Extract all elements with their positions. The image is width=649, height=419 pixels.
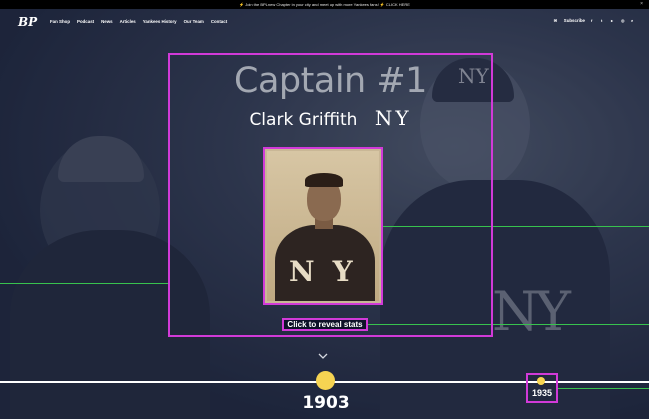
nav-item-fan-shop[interactable]: Fan Shop — [50, 19, 70, 24]
nav-menu: Fan Shop Podcast News Articles Yankees H… — [50, 19, 227, 24]
timeline-marker-next[interactable] — [537, 377, 545, 385]
twitter-icon[interactable]: t — [601, 18, 605, 23]
nav-item-articles[interactable]: Articles — [120, 19, 136, 24]
nav-item-contact[interactable]: Contact — [211, 19, 227, 24]
guide-line — [558, 388, 649, 389]
nav-right: ✉ Subscribe f t ▸ ◎ ⌕ — [554, 18, 635, 23]
chevron-down-icon[interactable] — [318, 351, 328, 361]
subscribe-link[interactable]: Subscribe — [564, 18, 585, 23]
team-logo: NY — [374, 106, 412, 130]
timeline-year-next[interactable]: 1935 — [526, 388, 558, 398]
nav-item-our-team[interactable]: Our Team — [184, 19, 204, 24]
nav-item-news[interactable]: News — [101, 19, 112, 24]
mail-icon[interactable]: ✉ — [554, 18, 558, 23]
announcement-text[interactable]: ⚡ Join the BPLnew Chapter in your city a… — [239, 2, 410, 7]
site-logo[interactable]: BP — [18, 15, 37, 29]
timeline-year-current[interactable]: 1903 — [300, 393, 352, 413]
player-photo[interactable]: NY — [263, 147, 383, 305]
youtube-icon[interactable]: ▸ — [611, 18, 615, 23]
search-icon[interactable]: ⌕ — [631, 18, 635, 23]
close-icon[interactable]: × — [640, 0, 643, 9]
player-name-row: Clark Griffith NY — [168, 106, 493, 130]
reveal-stats-button[interactable]: Click to reveal stats — [282, 318, 368, 331]
nav-item-yankees-history[interactable]: Yankees History — [143, 19, 177, 24]
nav-item-podcast[interactable]: Podcast — [77, 19, 94, 24]
announcement-bar[interactable]: ⚡ Join the BPLnew Chapter in your city a… — [0, 0, 649, 9]
facebook-icon[interactable]: f — [591, 18, 595, 23]
timeline-marker-current[interactable] — [316, 371, 335, 390]
main-nav: BP Fan Shop Podcast News Articles Yankee… — [0, 10, 649, 32]
player-name: Clark Griffith — [249, 110, 358, 130]
jersey-lettering: NY — [289, 255, 371, 288]
instagram-icon[interactable]: ◎ — [621, 18, 625, 23]
guide-line — [0, 283, 168, 284]
captain-title: Captain #1 — [234, 61, 427, 101]
